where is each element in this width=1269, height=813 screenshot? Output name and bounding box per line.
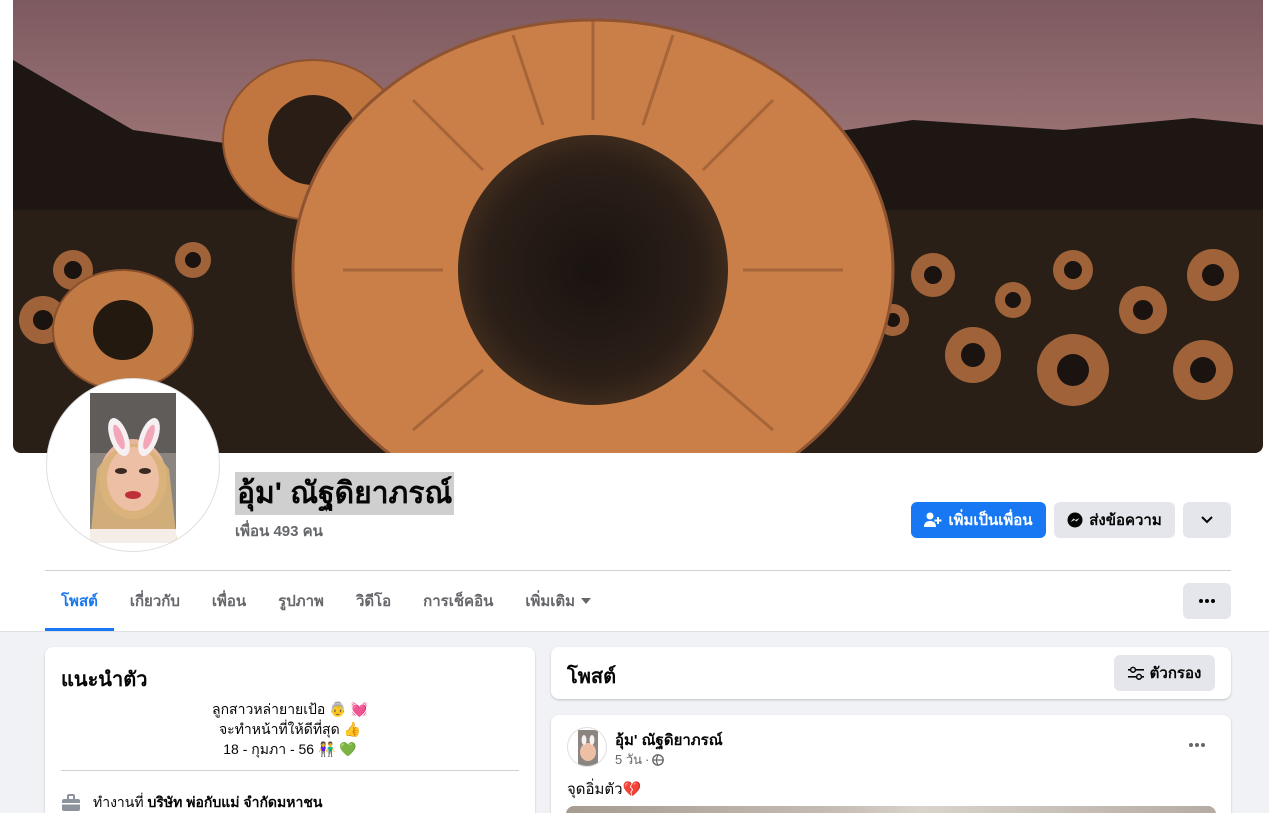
person-plus-icon [924, 512, 942, 527]
bio: ลูกสาวหล่ายายเป้อ 👵 💓 จะทำหน้าที่ให้ดีที… [61, 699, 519, 759]
tab-label: เกี่ยวกับ [129, 593, 180, 610]
more-dots-icon [1189, 743, 1205, 747]
work-prefix: ทำงานที่ [93, 794, 144, 810]
tab-photos[interactable]: รูปภาพ [262, 571, 340, 631]
intro-divider [61, 770, 519, 771]
caret-down-icon [581, 598, 592, 604]
tab-label: เพื่อน [211, 593, 247, 610]
post-author-avatar[interactable] [567, 727, 607, 767]
add-friend-label: เพิ่มเป็นเพื่อน [948, 512, 1033, 529]
filter-label: ตัวกรอง [1149, 665, 1202, 682]
intro-card: แนะนำตัว ลูกสาวหล่ายายเป้อ 👵 💓 จะทำหน้าท… [45, 647, 535, 813]
post-text: จุดอิ่มตัว💔 [567, 781, 642, 798]
briefcase-icon [62, 794, 80, 811]
meta-separator: · [645, 752, 650, 767]
friend-count[interactable]: เพื่อน 493 คน [235, 519, 323, 543]
post-time[interactable]: 5 วัน [615, 749, 642, 770]
bio-line: จะทำหน้าที่ให้ดีที่สุด 👍 [218, 721, 362, 737]
tab-posts[interactable]: โพสต์ [45, 571, 114, 631]
work-info: ทำงานที่ บริษัท พ่อกับแม่ จำกัดมหาชน [61, 792, 322, 813]
more-options-button[interactable] [1183, 583, 1231, 619]
post-options-button[interactable] [1181, 733, 1213, 757]
profile-avatar[interactable] [46, 378, 220, 552]
messenger-icon [1067, 512, 1083, 528]
filter-button[interactable]: ตัวกรอง [1114, 655, 1215, 691]
more-dots-icon [1199, 599, 1215, 603]
tab-friends[interactable]: เพื่อน [196, 571, 262, 631]
post-image[interactable] [566, 806, 1216, 813]
message-button[interactable]: ส่งข้อความ [1054, 502, 1175, 538]
filter-sliders-icon [1127, 666, 1144, 680]
profile-tabs: โพสต์ เกี่ยวกับ เพื่อน รูปภาพ วิดีโอ การ… [45, 571, 607, 631]
bio-line: ลูกสาวหล่ายายเป้อ 👵 💓 [212, 701, 368, 717]
tab-videos[interactable]: วิดีโอ [340, 571, 407, 631]
globe-icon [652, 753, 665, 766]
tab-label: การเช็คอิน [423, 593, 494, 610]
post-card: อุ้ม' ณัฐดิยาภรณ์ 5 วัน · จุดอิ่มตัว💔 [551, 715, 1231, 813]
tab-more[interactable]: เพิ่มเติม [509, 571, 607, 631]
message-label: ส่งข้อความ [1089, 512, 1162, 529]
posts-header-card: โพสต์ ตัวกรอง [551, 647, 1231, 699]
tab-label: วิดีโอ [355, 593, 392, 610]
tab-label: รูปภาพ [278, 593, 324, 610]
tab-checkins[interactable]: การเช็คอิน [407, 571, 509, 631]
bio-line: 18 - กุมภา - 56 👫 💚 [223, 741, 357, 757]
post-meta: 5 วัน · [615, 749, 665, 770]
profile-options-button[interactable] [1183, 502, 1231, 538]
tab-label: เพิ่มเติม [525, 593, 576, 610]
work-place-link[interactable]: บริษัท พ่อกับแม่ จำกัดมหาชน [147, 794, 322, 810]
intro-title: แนะนำตัว [61, 669, 148, 691]
posts-title: โพสต์ [567, 666, 617, 688]
profile-name: อุ้ม' ณัฐดิยาภรณ์ [235, 472, 455, 515]
tab-label: โพสต์ [61, 593, 98, 610]
tab-about[interactable]: เกี่ยวกับ [114, 571, 196, 631]
chevron-down-icon [1201, 516, 1213, 524]
add-friend-button[interactable]: เพิ่มเป็นเพื่อน [911, 502, 1046, 538]
